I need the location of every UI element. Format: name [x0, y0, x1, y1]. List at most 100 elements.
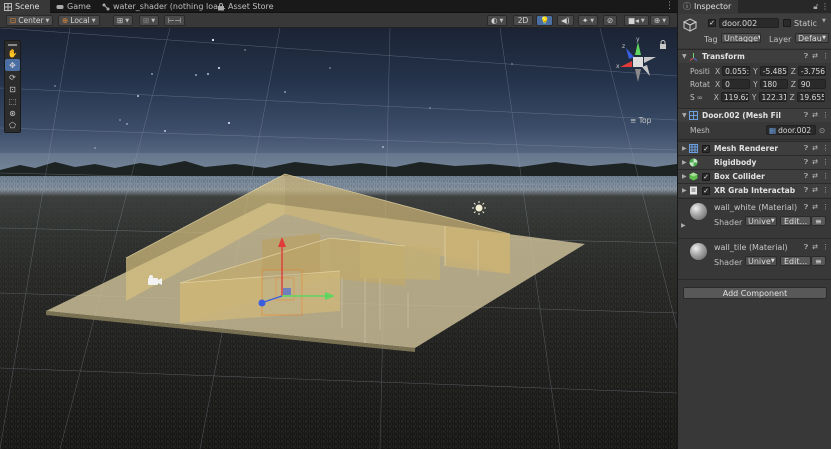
kebab-menu-icon[interactable]: ⋮ [822, 52, 829, 61]
preset-icon[interactable]: ⇄ [812, 172, 818, 181]
help-icon[interactable]: ❓︎ [804, 52, 808, 61]
hidden-objects-toggle[interactable]: ⊘ [603, 15, 618, 26]
foldout-arrow-icon[interactable]: ▶ [682, 159, 689, 166]
position-z-field[interactable]: -3.756 [797, 66, 826, 76]
rotate-tool-icon[interactable]: ⟳ [5, 71, 20, 83]
preset-icon[interactable]: ⇄ [812, 52, 818, 61]
tab-game[interactable]: Game [52, 0, 96, 13]
help-icon[interactable]: ❓︎ [804, 186, 808, 195]
layer-dropdown[interactable]: Defau ▼ [795, 33, 829, 43]
gizmos-dropdown[interactable]: ⊕ ▼ [650, 15, 671, 26]
shader-dropdown[interactable]: Unive ▼ [745, 216, 777, 226]
pivot-dropdown[interactable]: ⊡ Center ▼ [6, 15, 54, 26]
edit-shader-button[interactable]: Edit... [780, 216, 812, 226]
help-icon[interactable]: ❓︎ [804, 203, 808, 212]
foldout-arrow-icon[interactable]: ▶ [682, 173, 689, 180]
grid-snap-button[interactable]: ⊞ ▼ [113, 15, 134, 26]
material-list-button[interactable]: ≡ [811, 216, 826, 226]
kebab-menu-icon[interactable]: ⋮ [822, 158, 829, 167]
edit-shader-button[interactable]: Edit... [780, 256, 812, 266]
2d-toggle-button[interactable]: 2D [513, 15, 533, 26]
position-x-field[interactable]: 0.055: [722, 66, 751, 76]
move-tool-icon[interactable]: ✥ [5, 59, 20, 71]
mesh-renderer-header[interactable]: ▶ ✓ Mesh Renderer ❓︎ ⇄ ⋮ [678, 141, 831, 155]
preset-icon[interactable]: ⇄ [812, 243, 818, 252]
orientation-gizmo[interactable]: y x z [616, 36, 656, 82]
tag-dropdown[interactable]: Untagge▼ [721, 33, 761, 43]
preset-icon[interactable]: ⇄ [812, 111, 818, 120]
mesh-object-field[interactable]: ▦ door.002 [766, 125, 816, 135]
object-name-field[interactable]: door.002 [719, 18, 779, 28]
component-enabled-checkbox[interactable]: ✓ [702, 172, 710, 181]
static-checkbox[interactable] [783, 19, 791, 27]
tab-scene[interactable]: Scene [0, 0, 50, 13]
scale-tool-icon[interactable]: ⊡ [5, 83, 20, 95]
help-icon[interactable]: ❓︎ [804, 243, 808, 252]
lock-icon[interactable] [660, 40, 666, 50]
preset-icon[interactable]: ⇄ [812, 144, 818, 153]
kebab-menu-icon[interactable]: ⋮ [822, 243, 829, 252]
rotation-z-field[interactable]: 90 [797, 79, 826, 89]
preset-icon[interactable]: ⇄ [812, 158, 818, 167]
rect-tool-icon[interactable]: ⬚ [5, 95, 20, 107]
material-list-button[interactable]: ≡ [811, 256, 826, 266]
foldout-arrow-icon[interactable]: ▶ [681, 222, 688, 229]
lock-icon[interactable]: 🔓︎ [813, 2, 818, 11]
kebab-menu-icon[interactable]: ⋮ [821, 2, 829, 11]
lighting-toggle-button[interactable]: 💡 [536, 15, 554, 26]
component-enabled-checkbox[interactable]: ✓ [702, 186, 710, 195]
position-z-value: -3.756 [800, 66, 826, 76]
box-collider-header[interactable]: ▶ ✓ Box Collider ❓︎ ⇄ ⋮ [678, 169, 831, 183]
tab-asset-store[interactable]: Asset Store [213, 0, 279, 13]
component-enabled-checkbox[interactable]: ✓ [702, 144, 710, 153]
kebab-menu-icon[interactable]: ⋮ [822, 172, 829, 181]
increment-snap-button[interactable]: ⊢⊣ [164, 15, 186, 26]
tab-inspector[interactable]: ⓘ Inspector [678, 0, 738, 13]
shader-dropdown[interactable]: Unive ▼ [745, 256, 777, 266]
scale-z-field[interactable]: 19.655 [796, 92, 825, 102]
kebab-menu-icon[interactable]: ⋮ [822, 203, 829, 212]
camera-settings-dropdown[interactable]: ■◂ ▼ [624, 15, 649, 26]
active-checkbox[interactable]: ✓ [708, 19, 716, 27]
grid-icon: ⊞ [143, 16, 150, 25]
kebab-menu-icon[interactable]: ⋮ [822, 111, 829, 120]
rotation-x-value: 0 [725, 79, 730, 89]
audio-toggle-button[interactable]: ◀) [557, 15, 574, 26]
object-picker-icon[interactable]: ⊙ [819, 126, 825, 135]
transform-header[interactable]: ▼ Transform ❓︎ ⇄ ⋮ [678, 49, 831, 63]
constrain-proportions-icon[interactable]: ∞ [697, 93, 711, 102]
mesh-filter-header[interactable]: ▼ Door.002 (Mesh Fil ❓︎ ⇄ ⋮ [678, 108, 831, 122]
help-icon[interactable]: ❓︎ [804, 111, 808, 120]
chevron-down-icon[interactable]: ▼ [822, 18, 826, 24]
help-icon[interactable]: ❓︎ [804, 158, 808, 167]
preset-icon[interactable]: ⇄ [812, 203, 818, 212]
preset-icon[interactable]: ⇄ [812, 186, 818, 195]
foldout-arrow-icon[interactable]: ▶ [682, 145, 689, 152]
kebab-menu-icon[interactable]: ⋮ [822, 144, 829, 153]
component-title: Rigidbody [714, 158, 757, 167]
hand-tool-icon[interactable]: ✋ [5, 47, 20, 59]
scale-x-field[interactable]: 119.62 [720, 92, 749, 102]
transform-tool-icon[interactable]: ⊛ [5, 107, 20, 119]
grid-visibility-button[interactable]: ⊞ ▼ [139, 15, 160, 26]
tab-menu-icon[interactable]: ⋮ [665, 1, 674, 11]
help-icon[interactable]: ❓︎ [804, 172, 808, 181]
space-dropdown[interactable]: ⊕ Local ▼ [58, 15, 100, 26]
add-component-button[interactable]: Add Component [683, 287, 827, 299]
draw-mode-dropdown[interactable]: ◐ ▼ [487, 15, 508, 26]
foldout-arrow-icon[interactable]: ▼ [682, 112, 689, 119]
tab-water-shader[interactable]: water_shader (nothing loa… [98, 0, 231, 13]
custom-tool-icon[interactable]: ⬠ [5, 119, 20, 131]
position-y-field[interactable]: -5.485 [759, 66, 788, 76]
effects-dropdown[interactable]: ✦ ▼ [578, 15, 599, 26]
rigidbody-header[interactable]: ▶ Rigidbody ❓︎ ⇄ ⋮ [678, 155, 831, 169]
scene-viewport[interactable]: y x z ≡ Top ✋ ✥ ⟳ ⊡ ⬚ ⊛ ⬠ [0, 28, 677, 449]
xr-grab-interactable-header[interactable]: ▶ ✓ XR Grab Interactab ❓︎ ⇄ ⋮ [678, 183, 831, 197]
kebab-menu-icon[interactable]: ⋮ [822, 186, 829, 195]
foldout-arrow-icon[interactable]: ▶ [682, 187, 689, 194]
rotation-x-field[interactable]: 0 [722, 79, 751, 89]
foldout-arrow-icon[interactable]: ▼ [682, 53, 689, 60]
rotation-y-field[interactable]: 180 [759, 79, 788, 89]
scale-y-field[interactable]: 122.31 [758, 92, 787, 102]
help-icon[interactable]: ❓︎ [804, 144, 808, 153]
